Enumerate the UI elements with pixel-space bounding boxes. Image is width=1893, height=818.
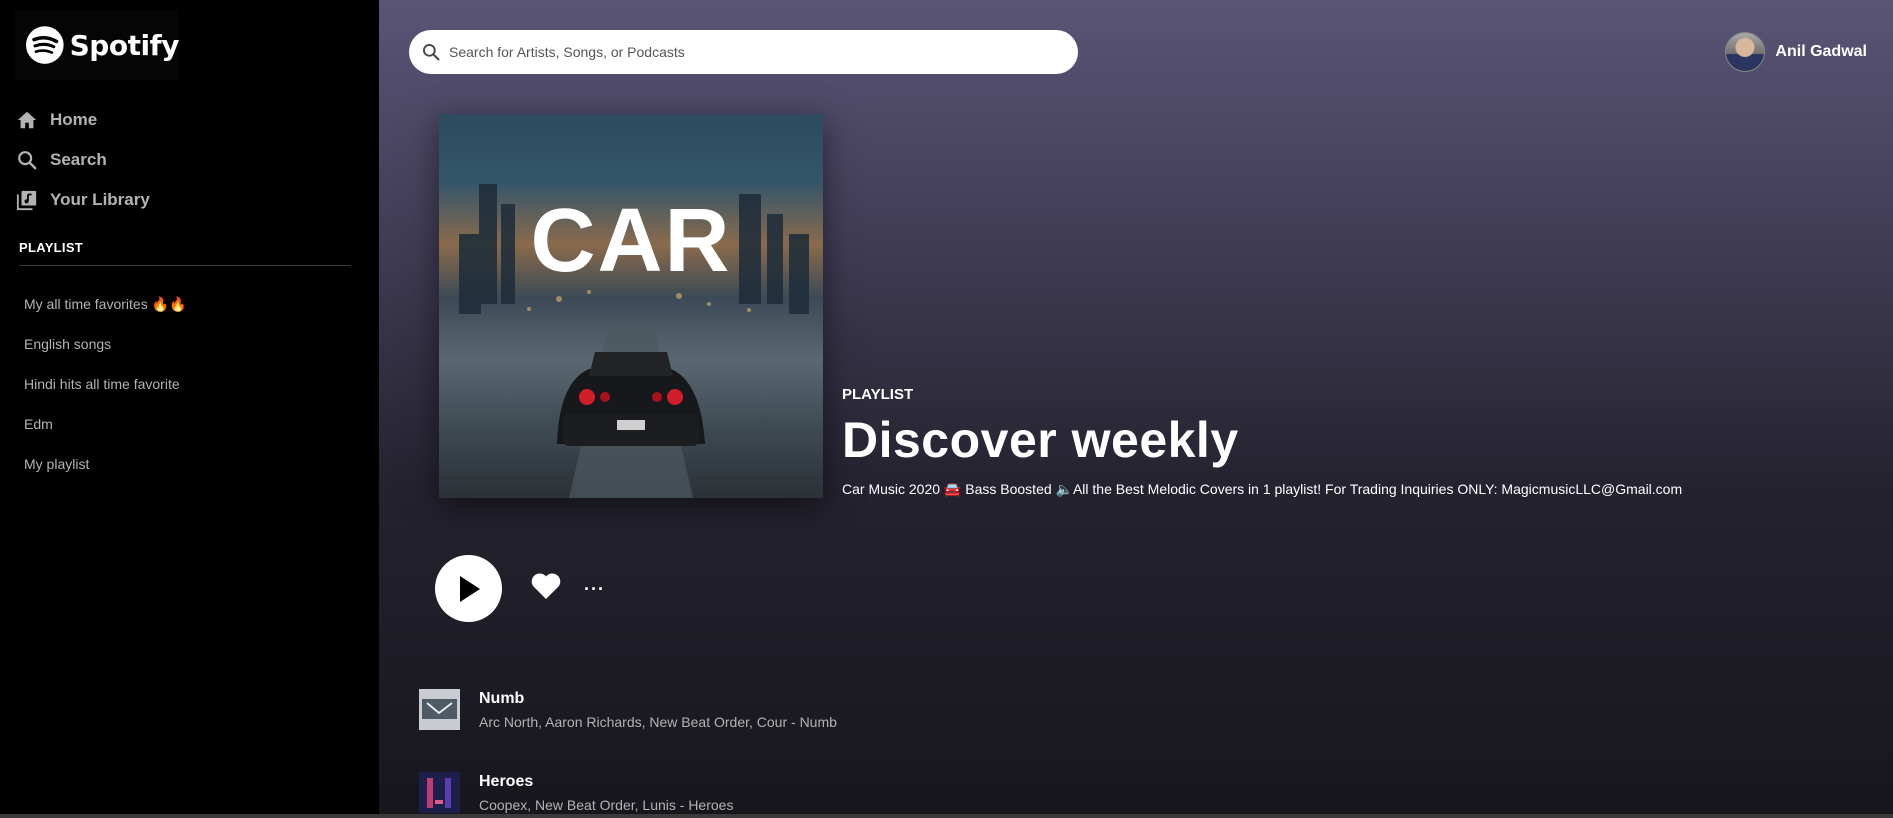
track-artists: Arc North, Aaron Richards, New Beat Orde… xyxy=(479,713,837,730)
nav-item-label: Home xyxy=(50,110,98,129)
avatar[interactable] xyxy=(1725,32,1766,72)
track-name: Heroes xyxy=(479,772,534,790)
cover-art-image xyxy=(459,184,809,498)
library-icon xyxy=(16,190,37,211)
user-menu[interactable]: Anil Gadwal xyxy=(1725,32,1867,72)
search-input[interactable] xyxy=(449,44,1049,60)
nav-item-library[interactable]: Your Library xyxy=(16,180,150,220)
playlist-section-title: PLAYLIST xyxy=(19,240,84,255)
playlist-item[interactable]: My all time favorites 🔥🔥 xyxy=(24,286,186,326)
search-icon xyxy=(18,151,37,170)
playlist-item[interactable]: Edm xyxy=(24,406,186,446)
heart-icon xyxy=(531,573,561,599)
playlist-item[interactable]: English songs xyxy=(24,326,186,366)
search-icon xyxy=(423,44,440,61)
playlist-item[interactable]: Hindi hits all time favorite xyxy=(24,366,186,406)
home-icon xyxy=(17,111,37,129)
main-content: Anil Gadwal xyxy=(379,0,1893,818)
playlist-title: Discover weekly xyxy=(842,412,1239,468)
play-icon xyxy=(459,575,480,602)
spotify-logo-icon xyxy=(26,26,64,64)
playback-controls: ··· xyxy=(435,555,605,622)
album-art xyxy=(419,772,460,813)
album-art xyxy=(419,689,460,730)
playlist-description: Car Music 2020 🚘 Bass Boosted 🔈All the B… xyxy=(842,481,1683,497)
playlist-type-label: PLAYLIST xyxy=(842,386,914,403)
playlist-cover: CAR xyxy=(439,114,823,498)
nav-item-label: Your Library xyxy=(50,190,150,209)
track-name: Numb xyxy=(479,689,525,707)
cover-title: CAR xyxy=(530,191,732,291)
playlist-item[interactable]: My playlist xyxy=(24,446,186,486)
track-row[interactable]: Numb Arc North, Aaron Richards, New Beat… xyxy=(419,668,837,751)
main-nav: Home Search Your Library xyxy=(16,100,150,220)
track-row[interactable]: Heroes Coopex, New Beat Order, Lunis - H… xyxy=(419,751,837,818)
user-name: Anil Gadwal xyxy=(1775,43,1867,60)
search-bar[interactable] xyxy=(409,30,1078,74)
playlist-list: My all time favorites 🔥🔥 English songs H… xyxy=(24,286,186,486)
playlist-header: PLAYLIST Discover weekly xyxy=(842,386,1239,469)
spotify-logo[interactable]: Spotify xyxy=(14,10,180,80)
sidebar-divider xyxy=(19,265,351,266)
nav-item-search[interactable]: Search xyxy=(16,140,150,180)
track-list: Numb Arc North, Aaron Richards, New Beat… xyxy=(419,668,837,818)
nav-item-home[interactable]: Home xyxy=(16,100,150,140)
nav-item-label: Search xyxy=(50,150,107,169)
more-options-button[interactable]: ··· xyxy=(584,580,605,598)
sidebar: Spotify Home Search Your Library PLAYLIS… xyxy=(0,0,379,818)
brand-name: Spotify xyxy=(69,28,180,62)
track-artists: Coopex, New Beat Order, Lunis - Heroes xyxy=(479,796,734,813)
bottom-scrollbar[interactable] xyxy=(0,814,1893,818)
like-button[interactable] xyxy=(530,571,562,606)
play-button[interactable] xyxy=(435,555,502,622)
